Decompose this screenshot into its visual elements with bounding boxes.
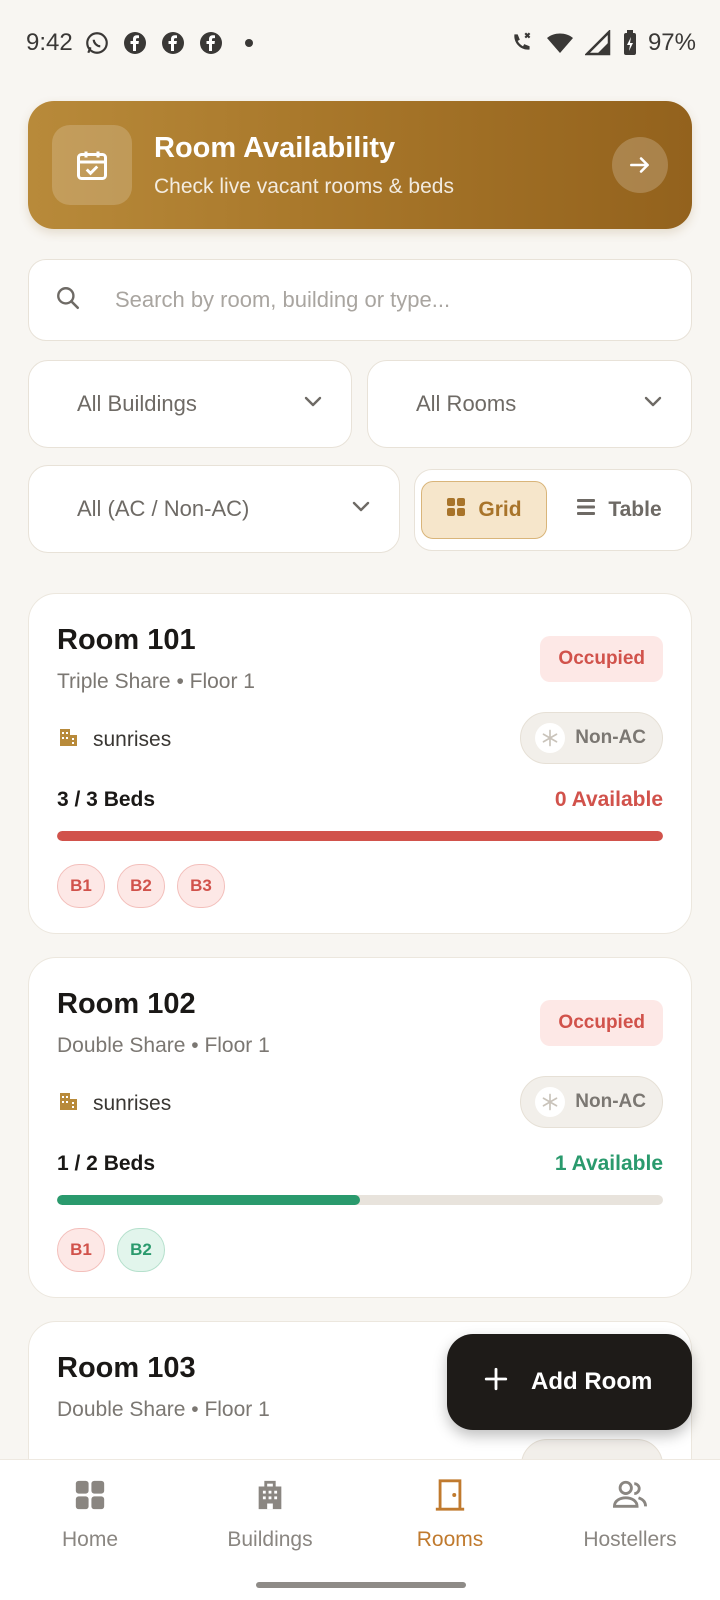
occupancy-progress-fill	[57, 1195, 360, 1205]
list-icon	[576, 498, 596, 522]
building-row: sunrises	[57, 1090, 171, 1118]
bed-chip[interactable]: B3	[177, 864, 225, 908]
table-view-button[interactable]: Table	[555, 481, 683, 539]
status-bar-right: 97%	[508, 29, 696, 57]
room-subtitle: Triple Share • Floor 1	[57, 670, 255, 693]
bed-chip-list: B1 B2	[57, 1228, 165, 1272]
plus-icon	[483, 1366, 509, 1399]
building-icon	[57, 1090, 79, 1118]
bed-chip[interactable]: B1	[57, 1228, 105, 1272]
room-subtitle: Double Share • Floor 1	[57, 1034, 270, 1057]
ac-type-badge: Non-AC	[520, 1076, 663, 1128]
ac-type-badge: Non-AC	[520, 712, 663, 764]
grid-icon	[446, 497, 466, 523]
ac-type-label: Non-AC	[575, 1091, 646, 1112]
whatsapp-icon	[83, 29, 111, 57]
beds-count: 3 / 3 Beds	[57, 788, 156, 811]
bed-chip[interactable]: B1	[57, 864, 105, 908]
ac-filter-value: All (AC / Non-AC)	[77, 496, 250, 521]
view-toggle: Grid Table	[414, 469, 692, 551]
room-filter-value: All Rooms	[416, 391, 517, 416]
bottom-navigation: Home Buildings Rooms Hostellers	[0, 1459, 720, 1600]
banner-text: Room Availability Check live vacant room…	[154, 132, 612, 199]
room-title: Room 102	[57, 988, 196, 1020]
grid-view-label: Grid	[478, 498, 522, 521]
banner-title: Room Availability	[154, 131, 396, 164]
status-bar-left: 9:42	[26, 29, 263, 57]
nav-label-buildings: Buildings	[227, 1528, 313, 1551]
dashboard-icon	[73, 1478, 107, 1518]
nav-item-home[interactable]: Home	[0, 1460, 180, 1600]
available-count: 0 Available	[554, 788, 663, 811]
occupancy-progress-fill	[57, 831, 663, 841]
building-row: sunrises	[57, 726, 171, 754]
snowflake-icon	[535, 723, 566, 753]
arrow-right-icon[interactable]	[612, 137, 668, 193]
add-room-button[interactable]: Add Room	[447, 1334, 692, 1430]
chevron-down-icon	[641, 389, 665, 419]
room-card[interactable]: Room 101 Triple Share • Floor 1 Occupied…	[28, 593, 692, 934]
status-time: 9:42	[26, 29, 73, 56]
facebook-icon	[121, 29, 149, 57]
nav-label-home: Home	[61, 1528, 119, 1551]
building-filter-dropdown[interactable]: All Buildings	[28, 360, 352, 448]
search-bar	[28, 259, 692, 341]
occupancy-progress-bar	[57, 1195, 663, 1205]
beds-count: 1 / 2 Beds	[57, 1152, 156, 1175]
chevron-down-icon	[301, 389, 325, 419]
status-bar: 9:42 97%	[0, 0, 720, 86]
search-icon	[55, 285, 81, 316]
nav-item-rooms[interactable]: Rooms	[360, 1460, 540, 1600]
grid-view-button[interactable]: Grid	[421, 481, 547, 539]
occupancy-progress-bar	[57, 831, 663, 841]
nav-item-buildings[interactable]: Buildings	[180, 1460, 360, 1600]
banner-subtitle: Check live vacant rooms & beds	[154, 174, 454, 198]
room-subtitle: Double Share • Floor 1	[57, 1398, 270, 1421]
nav-label-hostellers: Hostellers	[583, 1528, 677, 1551]
notification-dot-icon	[235, 29, 263, 57]
add-room-label: Add Room	[531, 1368, 653, 1395]
nav-item-hostellers[interactable]: Hostellers	[540, 1460, 720, 1600]
calendar-check-icon	[52, 125, 132, 205]
cellular-signal-icon	[584, 29, 612, 57]
door-icon	[433, 1478, 467, 1518]
battery-icon	[622, 29, 638, 57]
bed-chip-list: B1 B2 B3	[57, 864, 225, 908]
facebook-icon	[197, 29, 225, 57]
building-icon	[253, 1478, 287, 1518]
available-count: 1 Available	[554, 1152, 663, 1175]
ac-filter-dropdown[interactable]: All (AC / Non-AC)	[28, 465, 400, 553]
battery-percent: 97%	[647, 29, 696, 56]
room-availability-banner[interactable]: Room Availability Check live vacant room…	[28, 101, 692, 229]
wifi-call-icon	[508, 29, 536, 57]
bed-chip[interactable]: B2	[117, 1228, 165, 1272]
chevron-down-icon	[349, 494, 373, 524]
facebook-icon	[159, 29, 187, 57]
building-name: sunrises	[93, 1092, 172, 1115]
status-badge: Occupied	[540, 1000, 663, 1046]
gesture-home-bar[interactable]	[256, 1582, 466, 1588]
room-title: Room 103	[57, 1352, 196, 1384]
building-icon	[57, 726, 79, 754]
ac-type-label: Non-AC	[575, 727, 646, 748]
room-card[interactable]: Room 102 Double Share • Floor 1 Occupied…	[28, 957, 692, 1298]
people-icon	[611, 1478, 649, 1518]
wifi-icon	[546, 29, 574, 57]
search-input[interactable]	[115, 287, 635, 313]
bed-chip[interactable]: B2	[117, 864, 165, 908]
snowflake-icon	[535, 1087, 566, 1117]
building-name: sunrises	[93, 728, 172, 751]
building-filter-value: All Buildings	[77, 391, 197, 416]
room-title: Room 101	[57, 624, 196, 656]
nav-label-rooms: Rooms	[416, 1528, 484, 1551]
room-type-filter-dropdown[interactable]: All Rooms	[367, 360, 692, 448]
status-badge: Occupied	[540, 636, 663, 682]
table-view-label: Table	[608, 498, 662, 521]
